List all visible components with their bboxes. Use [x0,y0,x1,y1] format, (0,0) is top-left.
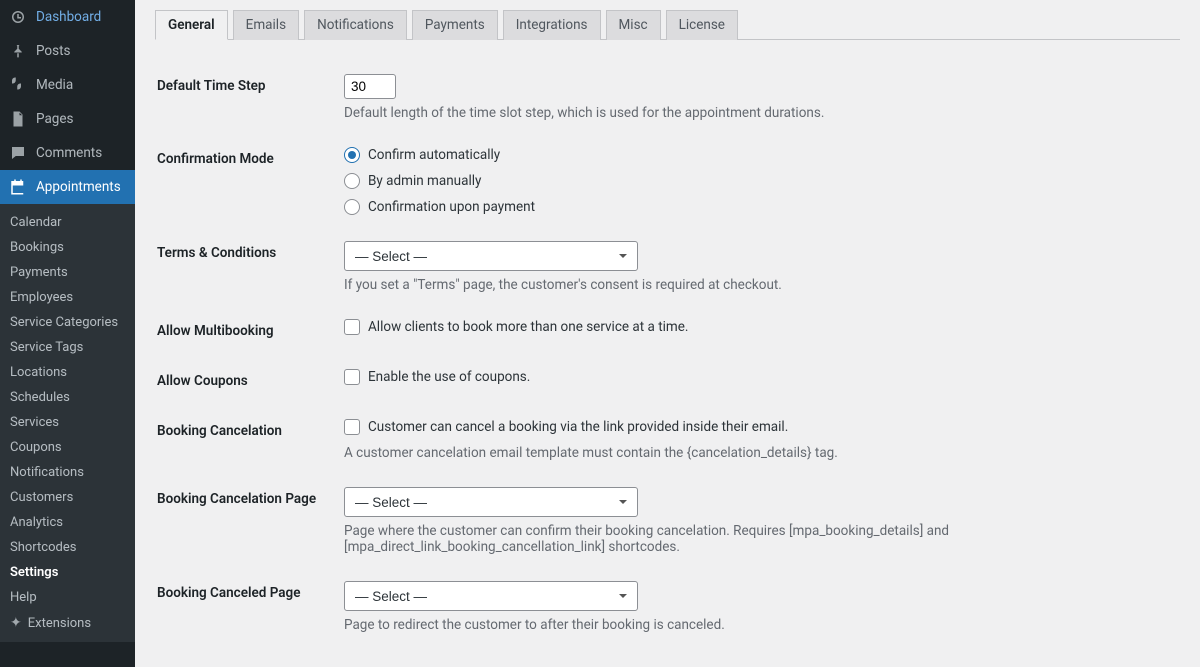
admin-sidebar: Dashboard Posts Media Pages Comments App… [0,0,135,667]
submenu-item-customers[interactable]: Customers [0,485,135,510]
label-confirm-mode: Confirmation Mode [157,135,342,227]
submenu-item-notifications[interactable]: Notifications [0,460,135,485]
multibooking-check-row[interactable]: Allow clients to book more than one serv… [344,319,1168,335]
sidebar-submenu: Calendar Bookings Payments Employees Ser… [0,204,135,642]
sidebar-item-label: Pages [36,111,74,127]
tab-integrations[interactable]: Integrations [503,10,601,40]
submenu-item-extensions[interactable]: ✦ Extensions [0,610,135,636]
canceled-page-desc: Page to redirect the customer to after t… [344,617,1168,633]
radio-label: Confirm automatically [368,147,500,163]
label-terms: Terms & Conditions [157,229,342,305]
submenu-item-service-categories[interactable]: Service Categories [0,310,135,335]
submenu-item-employees[interactable]: Employees [0,285,135,310]
tab-emails[interactable]: Emails [233,10,299,40]
checkbox-label: Enable the use of coupons. [368,369,530,385]
terms-select[interactable]: — Select — [344,241,638,271]
checkbox-icon[interactable] [344,369,360,385]
confirm-option-admin[interactable]: By admin manually [344,173,1168,189]
sidebar-item-label: Posts [36,43,70,59]
checkbox-icon[interactable] [344,419,360,435]
cancelation-desc: A customer cancelation email template mu… [344,445,1168,461]
tab-license[interactable]: License [666,10,738,40]
submenu-item-help[interactable]: Help [0,585,135,610]
main-content: General Emails Notifications Payments In… [135,0,1200,667]
media-icon [8,75,28,95]
submenu-item-payments[interactable]: Payments [0,260,135,285]
time-step-desc: Default length of the time slot step, wh… [344,105,1168,121]
tab-misc[interactable]: Misc [606,10,661,40]
confirm-option-auto[interactable]: Confirm automatically [344,147,1168,163]
calendar-icon [8,177,28,197]
sidebar-item-label: Dashboard [36,9,101,25]
pin-icon [8,41,28,61]
submenu-item-bookings[interactable]: Bookings [0,235,135,260]
submenu-item-service-tags[interactable]: Service Tags [0,335,135,360]
checkbox-icon[interactable] [344,319,360,335]
coupons-check-row[interactable]: Enable the use of coupons. [344,369,1168,385]
submenu-item-locations[interactable]: Locations [0,360,135,385]
radio-icon[interactable] [344,199,360,215]
tab-notifications[interactable]: Notifications [304,10,407,40]
sidebar-item-comments[interactable]: Comments [0,136,135,170]
label-coupons: Allow Coupons [157,357,342,405]
submenu-item-coupons[interactable]: Coupons [0,435,135,460]
label-multibooking: Allow Multibooking [157,307,342,355]
submenu-item-analytics[interactable]: Analytics [0,510,135,535]
cancelation-check-row[interactable]: Customer can cancel a booking via the li… [344,419,1168,435]
submenu-item-calendar[interactable]: Calendar [0,210,135,235]
submenu-item-services[interactable]: Services [0,410,135,435]
tab-payments[interactable]: Payments [412,10,498,40]
sidebar-item-label: Appointments [36,179,121,195]
submenu-item-settings[interactable]: Settings [0,560,135,585]
radio-label: By admin manually [368,173,481,189]
sidebar-item-appointments[interactable]: Appointments [0,170,135,204]
sidebar-item-dashboard[interactable]: Dashboard [0,0,135,34]
checkbox-label: Customer can cancel a booking via the li… [368,419,788,435]
submenu-item-schedules[interactable]: Schedules [0,385,135,410]
submenu-item-shortcodes[interactable]: Shortcodes [0,535,135,560]
terms-desc: If you set a "Terms" page, the customer'… [344,277,1168,293]
comment-icon [8,143,28,163]
tab-general[interactable]: General [155,10,228,40]
radio-icon[interactable] [344,147,360,163]
cancel-page-desc: Page where the customer can confirm thei… [344,523,1168,555]
radio-label: Confirmation upon payment [368,199,535,215]
canceled-page-select[interactable]: — Select — [344,581,638,611]
confirm-option-payment[interactable]: Confirmation upon payment [344,199,1168,215]
checkbox-label: Allow clients to book more than one serv… [368,319,688,335]
sidebar-item-posts[interactable]: Posts [0,34,135,68]
sidebar-item-label: Media [36,77,73,93]
label-booking-cancelation: Booking Cancelation [157,407,342,473]
radio-icon[interactable] [344,173,360,189]
time-step-input[interactable] [344,74,396,99]
sidebar-item-pages[interactable]: Pages [0,102,135,136]
sidebar-item-label: Comments [36,145,102,161]
cancel-page-select[interactable]: — Select — [344,487,638,517]
label-time-step: Default Time Step [157,62,342,133]
label-canceled-page: Booking Canceled Page [157,569,342,645]
page-icon [8,109,28,129]
settings-tabs: General Emails Notifications Payments In… [155,10,1180,40]
sidebar-item-media[interactable]: Media [0,68,135,102]
label-cancel-page: Booking Cancelation Page [157,475,342,567]
star-icon: ✦ [10,615,22,631]
dashboard-icon [8,7,28,27]
